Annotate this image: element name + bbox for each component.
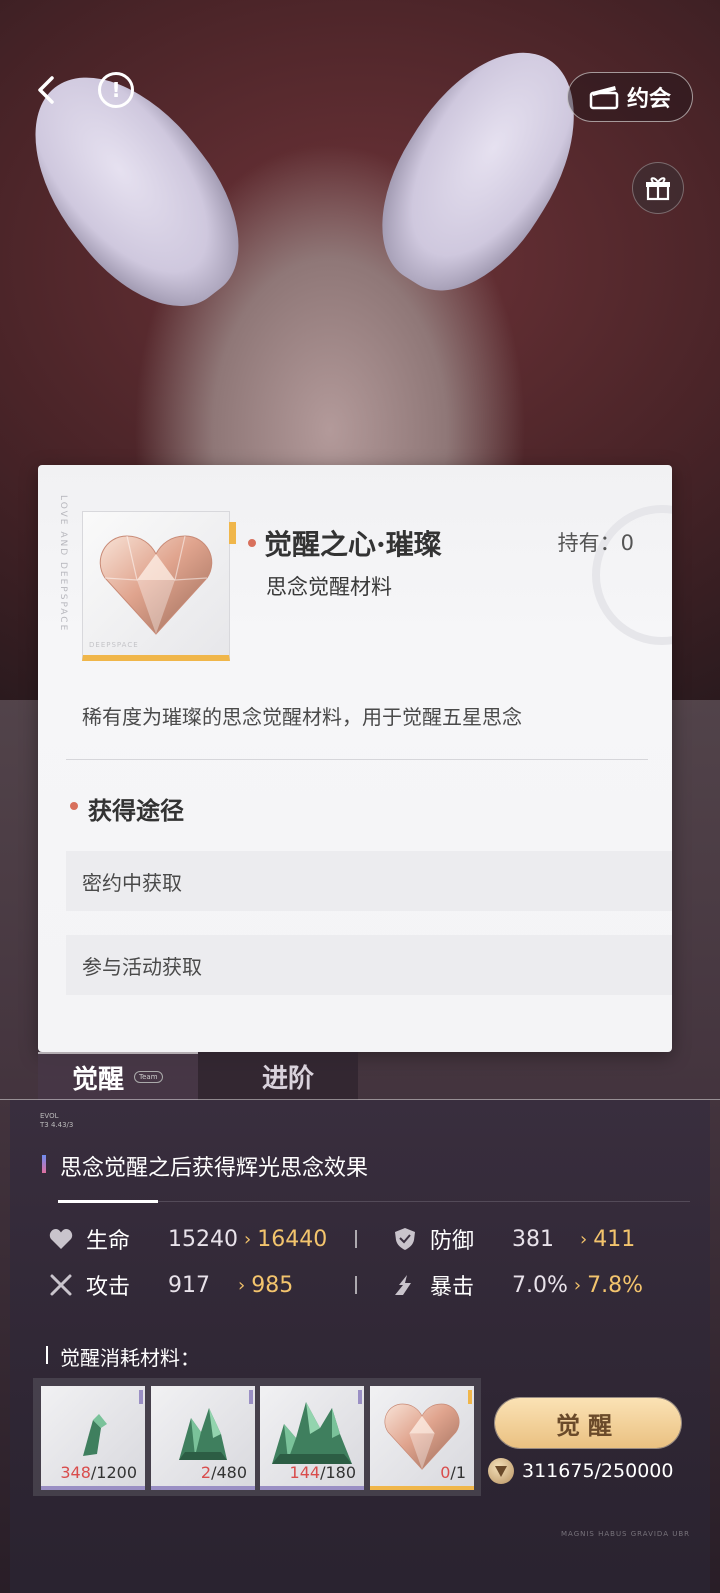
source-row-label: 密约中获取 xyxy=(82,870,182,895)
material-required: /1 xyxy=(450,1463,466,1482)
stat-base: 381 xyxy=(512,1226,554,1252)
gift-button[interactable] xyxy=(632,162,684,214)
stat-next: 411 xyxy=(593,1226,636,1252)
card-side-watermark: LOVE AND DEEPSPACE xyxy=(58,495,68,633)
title-dot xyxy=(248,539,256,547)
cost-value: 311675/250000 xyxy=(522,1460,674,1482)
stat-arrow-icon: › xyxy=(238,1274,246,1296)
source-row-label: 参与活动获取 xyxy=(82,954,202,979)
material-owned: 348 xyxy=(60,1463,91,1482)
material-slot[interactable]: 2/480 xyxy=(151,1386,255,1490)
material-required: /1200 xyxy=(90,1463,137,1482)
item-type: 思念觉醒材料 xyxy=(266,575,392,599)
sword-icon xyxy=(50,1274,72,1296)
material-rank-tag xyxy=(358,1390,362,1404)
effect-divider-highlight xyxy=(58,1200,158,1203)
info-button[interactable]: ! xyxy=(98,72,134,108)
stat-separator xyxy=(355,1230,357,1248)
material-required: /180 xyxy=(320,1463,356,1482)
stat-label: 生命 xyxy=(86,1229,131,1254)
material-slot[interactable]: 348/1200 xyxy=(41,1386,145,1490)
stat-crit: 暴击 7.0% › 7.8% xyxy=(392,1268,643,1302)
stat-base: 15240 xyxy=(168,1226,238,1252)
source-row-appointment[interactable]: 密约中获取 xyxy=(66,851,672,911)
stat-base: 917 xyxy=(168,1272,210,1298)
source-row-event[interactable]: 参与活动获取 xyxy=(66,935,672,995)
stat-label: 攻击 xyxy=(86,1275,131,1300)
item-description: 稀有度为璀璨的思念觉醒材料，用于觉醒五星思念 xyxy=(82,705,522,729)
materials-label: 觉醒消耗材料： xyxy=(60,1346,200,1370)
material-rank-tag xyxy=(468,1390,472,1404)
material-owned: 0 xyxy=(440,1463,451,1482)
stat-next: 985 xyxy=(251,1272,294,1298)
materials-accent-bar xyxy=(46,1346,48,1364)
stat-separator xyxy=(355,1276,357,1294)
stat-next: 16440 xyxy=(257,1226,328,1252)
material-rank-tag xyxy=(139,1390,143,1404)
material-count: 0/1 xyxy=(440,1463,466,1482)
stat-label: 暴击 xyxy=(430,1275,475,1300)
exclamation-icon: ! xyxy=(111,78,121,102)
back-arrow-icon xyxy=(38,76,54,104)
shield-icon xyxy=(395,1228,415,1250)
material-count: 348/1200 xyxy=(60,1463,137,1482)
heart-icon xyxy=(49,1229,73,1249)
stat-hp: 生命 15240 › 16440 xyxy=(48,1222,327,1256)
tabs-underline xyxy=(0,1099,720,1100)
item-icon-frame: DEEPSPACE xyxy=(82,511,236,661)
card-divider xyxy=(66,759,648,760)
owned-count: 持有：0 xyxy=(557,531,634,555)
stat-arrow-icon: › xyxy=(244,1228,252,1250)
gift-icon xyxy=(646,177,670,201)
material-slot[interactable]: 0/1 xyxy=(370,1386,474,1490)
stat-def: 防御 381 › 411 xyxy=(392,1222,635,1256)
awaken-cost: 311675/250000 xyxy=(488,1458,673,1484)
stat-base: 7.0% xyxy=(512,1272,568,1298)
material-required: /480 xyxy=(211,1463,247,1482)
material-rank-tag xyxy=(249,1390,253,1404)
item-name: 觉醒之心·璀璨 xyxy=(264,528,442,561)
stat-arrow-icon: › xyxy=(573,1274,582,1296)
stat-arrow-icon: › xyxy=(580,1228,588,1250)
awaken-button-label: 觉醒 xyxy=(556,1410,620,1440)
rarity-tag xyxy=(229,522,236,544)
radiant-heart-icon xyxy=(99,534,213,635)
effect-accent-bar xyxy=(42,1155,46,1173)
source-dot xyxy=(70,802,78,810)
footer-watermark: MAGNIS HABUS GRAVIDA UBR xyxy=(560,1530,690,1538)
stat-next: 7.8% xyxy=(587,1272,644,1298)
currency-icon xyxy=(488,1458,514,1484)
material-owned: 2 xyxy=(200,1463,212,1482)
tab-awaken[interactable]: 觉醒 Team xyxy=(38,1052,198,1100)
triangle-gem-icon xyxy=(495,1466,507,1477)
source-title: 获得途径 xyxy=(88,796,184,825)
tab-label: 进阶 xyxy=(262,1063,315,1094)
back-button[interactable] xyxy=(28,72,64,108)
clapperboard-icon xyxy=(589,86,619,110)
radiant-heart-icon xyxy=(384,1403,460,1470)
material-owned: 144 xyxy=(289,1463,321,1482)
material-slot[interactable]: 144/180 xyxy=(260,1386,364,1490)
date-button[interactable]: 约会 xyxy=(567,72,693,122)
panel-code-mark: EVOL T3 4.43/3 xyxy=(40,1112,74,1129)
awaken-effect-text: 思念觉醒之后获得辉光思念效果 xyxy=(60,1156,369,1181)
date-button-label: 约会 xyxy=(626,87,671,112)
material-count: 2/480 xyxy=(201,1463,247,1482)
burst-icon xyxy=(395,1275,411,1295)
tab-advance[interactable]: 进阶 xyxy=(198,1052,358,1100)
brand-mark: DEEPSPACE xyxy=(89,641,139,649)
card-decoration xyxy=(592,505,672,645)
tab-label: 觉醒 xyxy=(72,1064,125,1095)
material-count: 144/180 xyxy=(290,1463,356,1482)
panel-tabs: 觉醒 Team 进阶 xyxy=(38,1052,672,1100)
stat-atk: 攻击 917 › 985 xyxy=(48,1268,293,1302)
green-crystal-small-icon xyxy=(83,1414,107,1456)
stat-label: 防御 xyxy=(430,1229,475,1254)
tab-badge: Team xyxy=(134,1071,163,1083)
awaken-button[interactable]: 觉醒 xyxy=(495,1398,681,1448)
item-detail-card: LOVE AND DEEPSPACE DEEPSPACE 觉醒之心·璀璨 思念觉… xyxy=(38,465,672,1052)
